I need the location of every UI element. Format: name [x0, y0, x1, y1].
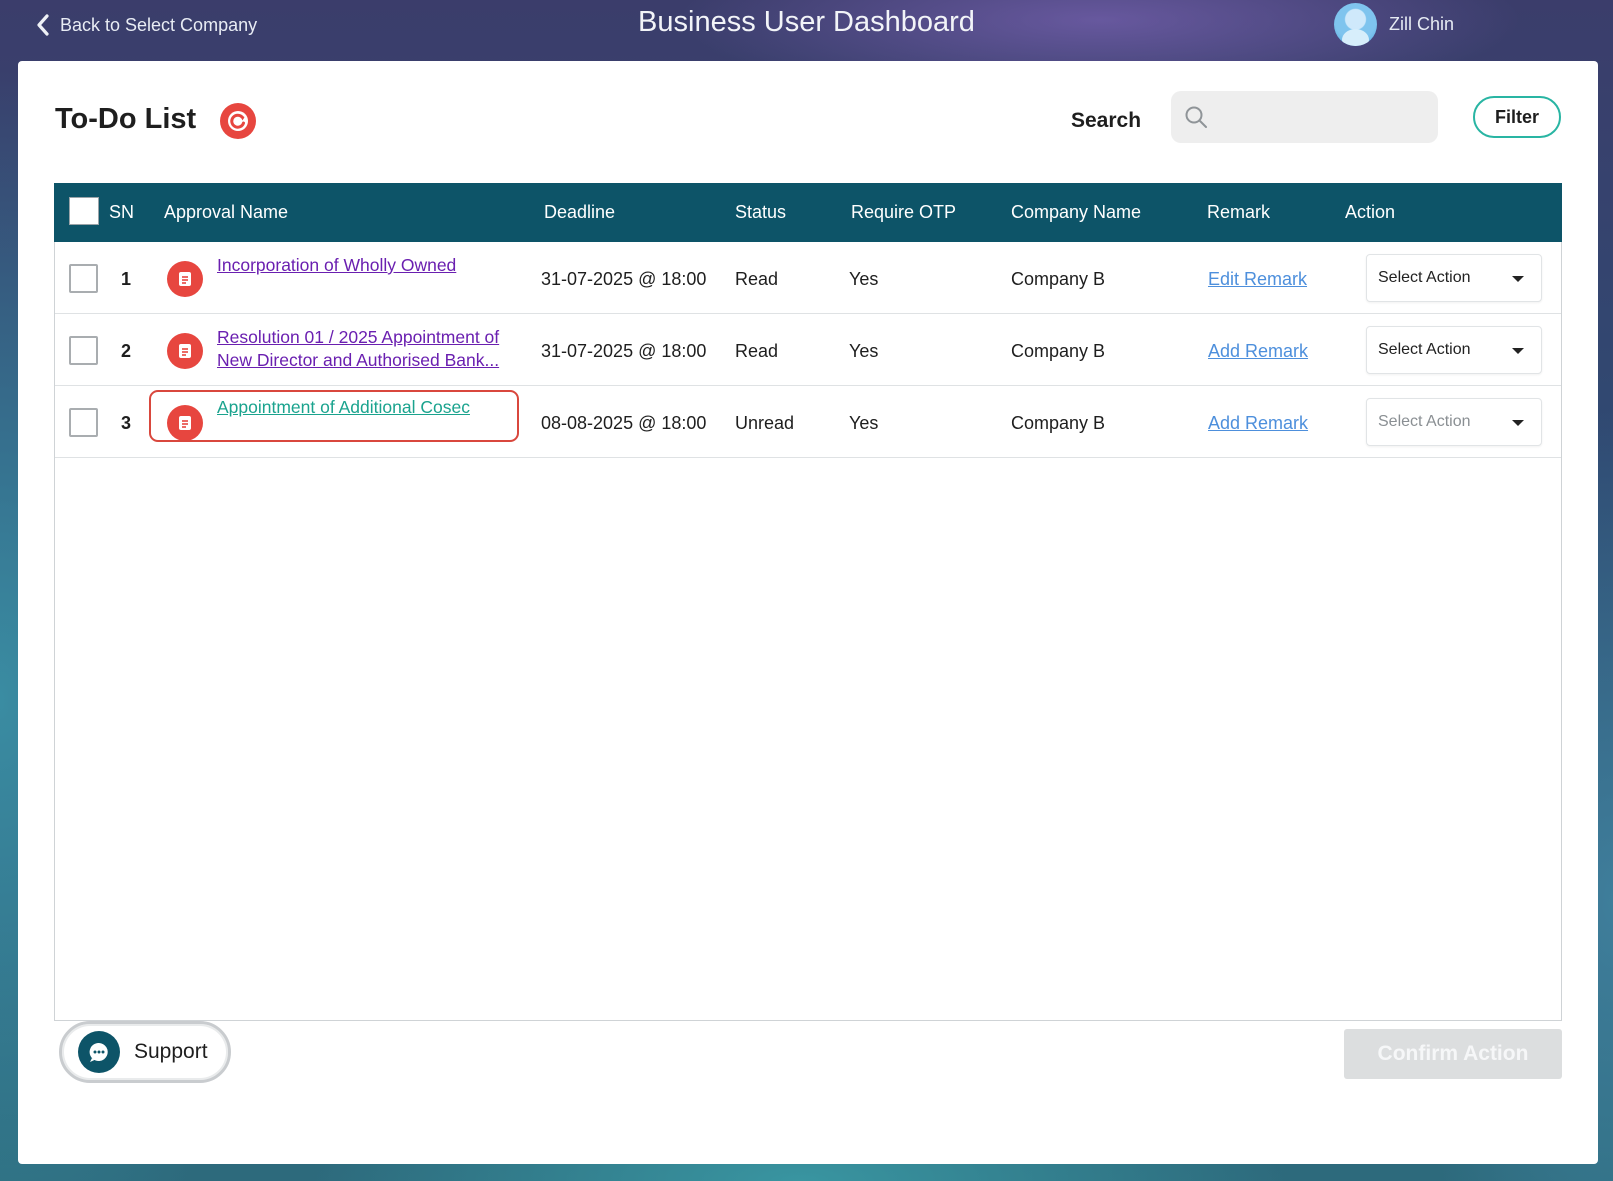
row-sn: 1 — [121, 269, 132, 289]
todo-table: SN Approval Name Deadline Status Require… — [54, 183, 1562, 1021]
header-require-otp: Require OTP — [851, 202, 957, 222]
document-icon — [167, 405, 203, 441]
row-company-name: Company B — [1011, 269, 1106, 289]
row-checkbox[interactable] — [69, 408, 98, 437]
support-button[interactable]: Support — [59, 1021, 231, 1083]
select-action-label: Select Action — [1378, 341, 1471, 358]
approval-name-link[interactable]: Incorporation of Wholly Owned — [217, 254, 527, 277]
table-header: SN Approval Name Deadline Status Require… — [54, 183, 1562, 242]
caret-down-icon — [1512, 348, 1524, 354]
back-to-select-company-link[interactable]: Back to Select Company — [36, 12, 257, 38]
user-name: Zill Chin — [1389, 13, 1455, 34]
top-bar: Back to Select Company Business User Das… — [0, 0, 1613, 60]
refresh-icon — [228, 111, 248, 131]
approval-name-line1: Resolution 01 / 2025 Appointment of — [217, 327, 500, 347]
row-checkbox[interactable] — [69, 336, 98, 365]
select-action-label: Select Action — [1378, 269, 1471, 286]
select-all-checkbox[interactable] — [69, 197, 99, 225]
row-require-otp: Yes — [849, 269, 879, 289]
row-deadline: 31-07-2025 @ 18:00 — [541, 341, 707, 361]
header-action: Action — [1345, 202, 1396, 222]
row-require-otp: Yes — [849, 413, 879, 433]
search-icon — [1185, 106, 1207, 128]
row-sn: 2 — [121, 341, 132, 361]
add-remark-link[interactable]: Add Remark — [1208, 413, 1308, 434]
header-remark: Remark — [1207, 202, 1271, 222]
table-row: 2 Resolution 01 / 2025 Appointment of Ne… — [55, 314, 1561, 386]
row-deadline: 08-08-2025 @ 18:00 — [541, 413, 707, 433]
select-action-dropdown[interactable]: Select Action — [1366, 398, 1542, 446]
user-menu[interactable]: Zill Chin — [1334, 2, 1454, 46]
approval-name-link[interactable]: Resolution 01 / 2025 Appointment of New … — [217, 326, 527, 372]
search-input[interactable] — [1217, 97, 1427, 137]
document-icon — [167, 333, 203, 369]
row-status: Read — [735, 269, 779, 289]
caret-down-icon — [1512, 276, 1524, 282]
header-sn: SN — [109, 202, 135, 222]
add-remark-link[interactable]: Add Remark — [1208, 341, 1308, 362]
approval-name-line2: New Director and Authorised Bank... — [217, 350, 500, 370]
row-checkbox[interactable] — [69, 264, 98, 293]
row-status: Unread — [735, 413, 795, 433]
page-title: To-Do List — [55, 103, 197, 135]
row-status: Read — [735, 341, 779, 361]
edit-remark-link[interactable]: Edit Remark — [1208, 269, 1307, 290]
row-sn: 3 — [121, 413, 132, 433]
row-require-otp: Yes — [849, 341, 879, 361]
refresh-button[interactable] — [220, 103, 256, 139]
confirm-action-button[interactable]: Confirm Action — [1344, 1029, 1562, 1079]
document-icon — [167, 261, 203, 297]
header-company-name: Company Name — [1011, 202, 1142, 222]
table-row: 3 Appointment of Additional Cosec 08-08-… — [55, 386, 1561, 458]
row-company-name: Company B — [1011, 341, 1106, 361]
select-action-label: Select Action — [1378, 413, 1471, 430]
header-deadline: Deadline — [544, 202, 616, 222]
chat-bubble-icon — [78, 1031, 120, 1073]
table-row: 1 Incorporation of Wholly Owned 31-07-20… — [55, 242, 1561, 314]
app-title: Business User Dashboard — [638, 6, 975, 38]
support-label: Support — [134, 1040, 208, 1063]
chevron-left-icon — [37, 14, 49, 36]
back-link-label: Back to Select Company — [60, 14, 258, 35]
select-action-dropdown[interactable]: Select Action — [1366, 254, 1542, 302]
approval-name-line1: Appointment of Additional Cosec — [217, 397, 470, 417]
header-status: Status — [735, 202, 787, 222]
avatar — [1334, 2, 1377, 46]
approval-name-line1: Incorporation of Wholly Owned — [217, 255, 457, 275]
filter-button[interactable]: Filter — [1473, 96, 1561, 138]
row-company-name: Company B — [1011, 413, 1106, 433]
select-action-dropdown[interactable]: Select Action — [1366, 326, 1542, 374]
caret-down-icon — [1512, 420, 1524, 426]
search-box[interactable] — [1171, 91, 1438, 143]
approval-name-link[interactable]: Appointment of Additional Cosec — [217, 396, 527, 419]
row-deadline: 31-07-2025 @ 18:00 — [541, 269, 707, 289]
search-label: Search — [1071, 109, 1142, 132]
header-approval-name: Approval Name — [164, 202, 289, 222]
todo-card: To-Do List Search Filter SN Approval Nam… — [18, 61, 1598, 1164]
